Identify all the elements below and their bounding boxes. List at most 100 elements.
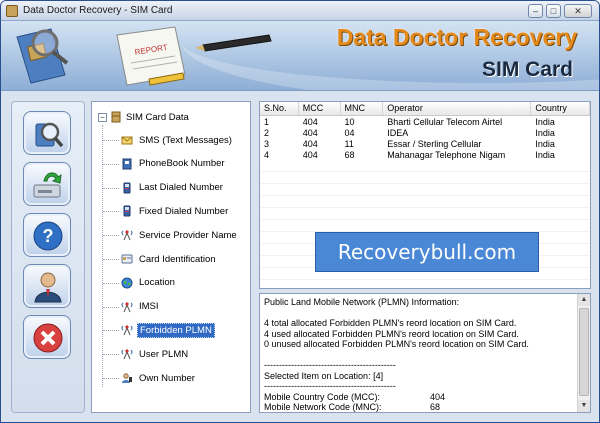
column-header-sno[interactable]: S.No. bbox=[260, 102, 299, 115]
info-total: 4 total allocated Forbidden PLMN's reord… bbox=[264, 318, 517, 328]
search-sim-button[interactable] bbox=[23, 111, 71, 155]
tree-item[interactable]: Service Provider Name bbox=[121, 227, 239, 243]
info-used: 4 used allocated Forbidden PLMN's reord … bbox=[264, 328, 519, 339]
drive-save-icon bbox=[33, 172, 62, 198]
tree-item-label: Card Identification bbox=[139, 253, 216, 265]
antenna-icon bbox=[121, 301, 133, 313]
table-cell: India bbox=[535, 139, 555, 149]
mcc-value: 404 bbox=[430, 391, 446, 402]
tree-item[interactable]: Forbidden PLMN bbox=[121, 322, 215, 338]
window-title: Data Doctor Recovery - SIM Card bbox=[23, 5, 173, 16]
sim-data-tree: − SIM Card Data SMS (Text Messages) Phone… bbox=[91, 101, 251, 413]
envelope-icon bbox=[121, 134, 133, 146]
phone-icon bbox=[121, 205, 133, 217]
column-header-country[interactable]: Country bbox=[531, 102, 590, 115]
info-scrollbar[interactable]: ▲ ▼ bbox=[577, 294, 590, 412]
table-cell: 3 bbox=[264, 139, 270, 149]
table-row[interactable]: 1 404 10 Bharti Cellular Telecom Airtel Indi… bbox=[260, 117, 590, 128]
app-icon bbox=[6, 5, 18, 17]
header-banner: REPORT Data Doctor Recovery SIM Card bbox=[1, 21, 599, 91]
side-toolbar: ? bbox=[11, 101, 85, 413]
minimize-button[interactable]: – bbox=[528, 4, 543, 18]
tree-item[interactable]: IMSI bbox=[121, 299, 161, 315]
app-window: Data Doctor Recovery - SIM Card – □ ✕ RE… bbox=[0, 0, 600, 423]
tree-item-label: User PLMN bbox=[139, 348, 189, 360]
tree-item-label: Fixed Dialed Number bbox=[139, 205, 229, 217]
close-button[interactable]: ✕ bbox=[564, 4, 592, 18]
tree-item[interactable]: Fixed Dialed Number bbox=[121, 203, 230, 219]
maximize-button[interactable]: □ bbox=[546, 4, 561, 18]
tree-item[interactable]: Last Dialed Number bbox=[121, 180, 225, 196]
table-cell: 04 bbox=[344, 128, 355, 138]
info-heading: Public Land Mobile Network (PLMN) Inform… bbox=[264, 297, 460, 307]
phone-person-icon bbox=[121, 372, 133, 384]
card-icon bbox=[121, 253, 133, 265]
table-cell: India bbox=[535, 117, 555, 127]
mnc-value: 68 bbox=[430, 402, 441, 412]
scroll-up-icon[interactable]: ▲ bbox=[578, 294, 590, 306]
table-cell: 404 bbox=[302, 128, 318, 138]
sim-chip-icon bbox=[111, 111, 121, 123]
tree-item[interactable]: Location bbox=[121, 275, 177, 291]
mnc-label: Mobile Network Code (MNC): bbox=[264, 402, 382, 412]
table-cell: 404 bbox=[302, 139, 318, 149]
scroll-thumb[interactable] bbox=[579, 308, 589, 396]
tree-item[interactable]: User PLMN bbox=[121, 346, 190, 362]
column-header-mcc[interactable]: MCC bbox=[299, 102, 341, 115]
column-header-operator[interactable]: Operator bbox=[383, 102, 532, 115]
table-row[interactable]: 2 404 04 IDEA India bbox=[260, 128, 590, 139]
table-cell: 2 bbox=[264, 128, 270, 138]
tree-item-label: Own Number bbox=[139, 372, 195, 384]
magnifier-icon bbox=[35, 122, 64, 148]
plmn-table: S.No. MCC MNC Operator Country 1 404 10 Bha… bbox=[259, 101, 591, 289]
tree-item[interactable]: SMS (Text Messages) bbox=[121, 132, 234, 148]
table-cell: 10 bbox=[344, 117, 355, 127]
tree-item[interactable]: Own Number bbox=[121, 370, 197, 386]
antenna-icon bbox=[121, 348, 133, 360]
user-icon bbox=[34, 272, 62, 303]
help-button[interactable]: ? bbox=[23, 213, 71, 257]
info-mcc: Mobile Country Code (MCC): 404 bbox=[264, 392, 576, 403]
antenna-icon bbox=[121, 229, 133, 241]
product-subtitle: SIM Card bbox=[481, 58, 573, 81]
tree-root[interactable]: − SIM Card Data bbox=[98, 110, 189, 124]
phone-icon bbox=[121, 182, 133, 194]
table-row[interactable]: 3 404 11 Essar / Sterling Cellular India bbox=[260, 139, 590, 150]
sim-card-artwork-icon: REPORT bbox=[16, 26, 272, 86]
tree-item-label: Forbidden PLMN bbox=[137, 322, 215, 338]
watermark-banner: Recoverybull.com bbox=[315, 232, 539, 272]
tree-item-label: Location bbox=[139, 277, 175, 289]
tree-root-label: SIM Card Data bbox=[126, 111, 189, 123]
tree-item[interactable]: Card Identification bbox=[121, 251, 218, 267]
close-icon bbox=[33, 323, 63, 353]
info-separator-2: ----------------------------------------… bbox=[264, 381, 396, 391]
save-button[interactable] bbox=[23, 162, 71, 206]
tree-item-label: PhoneBook Number bbox=[139, 158, 225, 170]
table-cell: 1 bbox=[264, 117, 270, 127]
scroll-down-icon[interactable]: ▼ bbox=[578, 400, 590, 412]
tree-item-label: SMS (Text Messages) bbox=[139, 134, 232, 146]
exit-button[interactable] bbox=[23, 315, 71, 359]
tree-item-label: Last Dialed Number bbox=[139, 182, 223, 194]
table-cell: Bharti Cellular Telecom Airtel bbox=[387, 117, 503, 127]
about-button[interactable] bbox=[23, 264, 71, 308]
question-icon: ? bbox=[33, 221, 63, 251]
mcc-label: Mobile Country Code (MCC): bbox=[264, 391, 381, 402]
table-header: S.No. MCC MNC Operator Country bbox=[260, 102, 590, 116]
info-unused: 0 unused allocated Forbidden PLMN's reor… bbox=[264, 339, 529, 349]
tree-item[interactable]: PhoneBook Number bbox=[121, 156, 227, 172]
antenna-icon bbox=[121, 324, 133, 336]
table-cell: India bbox=[535, 128, 555, 138]
collapse-toggle[interactable]: − bbox=[98, 112, 107, 122]
plmn-info-panel[interactable]: Public Land Mobile Network (PLMN) Inform… bbox=[259, 293, 591, 413]
column-header-mnc[interactable]: MNC bbox=[341, 102, 384, 115]
table-cell: IDEA bbox=[387, 128, 409, 138]
phonebook-icon bbox=[121, 158, 133, 170]
tree-item-label: IMSI bbox=[139, 301, 159, 313]
table-cell: Essar / Sterling Cellular bbox=[387, 139, 482, 149]
table-cell: 11 bbox=[344, 139, 354, 149]
table-cell: 404 bbox=[302, 117, 318, 127]
title-bar: Data Doctor Recovery - SIM Card – □ ✕ bbox=[1, 1, 599, 21]
brand-title: Data Doctor Recovery bbox=[336, 24, 577, 50]
svg-text:?: ? bbox=[43, 226, 54, 246]
